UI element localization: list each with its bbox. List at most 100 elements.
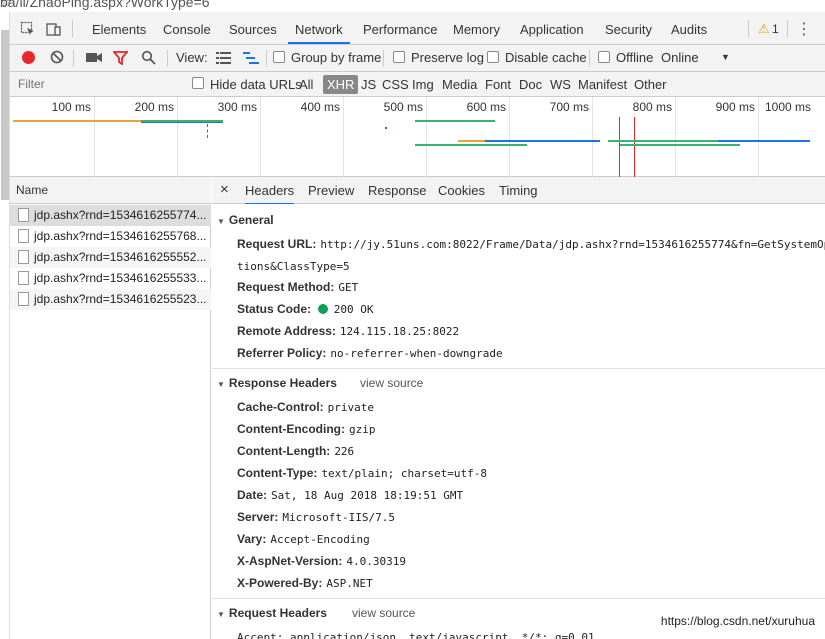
tick-label: 600 ms [466,100,506,114]
group-by-frame-label: Group by frame [291,50,382,65]
type-filter-js[interactable]: JS [361,77,376,92]
preserve-log-checkbox[interactable] [393,51,405,63]
tick-label: 400 ms [300,100,340,114]
status-code-row: Status Code: 200 OK [237,302,374,316]
bookmark-star-icon[interactable]: ☆ [0,0,797,11]
type-filter-ws[interactable]: WS [550,77,571,92]
chevron-down-icon[interactable]: ▼ [721,52,730,62]
request-name: jdp.ashx?rnd=1534616255768... [34,229,207,243]
tab-headers[interactable]: Headers [245,183,295,205]
request-headers-section-header[interactable]: ▼ Request Headers [217,606,327,620]
tab-cookies[interactable]: Cookies [438,183,485,198]
type-filter-font[interactable]: Font [485,77,511,92]
request-row[interactable]: jdp.ashx?rnd=1534616255533... [10,268,211,289]
name-column-header[interactable]: Name [10,177,211,204]
type-filter-manifest[interactable]: Manifest [578,77,627,92]
view-source-link[interactable]: view source [352,606,415,620]
request-row-selected[interactable]: jdp.ashx?rnd=1534616255774... [10,205,211,226]
type-filter-media[interactable]: Media [442,77,477,92]
tab-elements[interactable]: Elements [85,12,153,44]
disable-cache-label: Disable cache [505,50,587,65]
tick-label: 200 ms [134,100,174,114]
disable-cache-checkbox[interactable] [487,51,499,63]
search-icon[interactable] [141,50,156,65]
request-name: jdp.ashx?rnd=1534616255523... [34,292,207,306]
remote-address-row: Remote Address: 124.115.18.25:8022 [237,324,460,338]
tab-timing[interactable]: Timing [499,183,538,198]
devtools-menu-icon[interactable]: ⋮ [796,19,812,39]
file-icon [18,292,29,306]
throttling-select[interactable]: Online [661,50,699,65]
header-row: Server: Microsoft-IIS/7.5 [237,510,395,524]
record-icon[interactable] [22,51,35,64]
view-source-link[interactable]: view source [360,376,423,390]
file-icon [18,250,29,264]
warning-count[interactable]: 1 [772,22,779,36]
network-overview-timeline[interactable]: 100 ms 200 ms 300 ms 400 ms 500 ms 600 m… [10,97,825,177]
request-name: jdp.ashx?rnd=1534616255552... [34,250,207,264]
file-icon [18,208,29,222]
filter-input[interactable] [12,74,178,94]
request-row[interactable]: jdp.ashx?rnd=1534616255768... [10,226,211,247]
preserve-log-label: Preserve log [411,50,484,65]
tab-response[interactable]: Response [368,183,427,198]
tab-security[interactable]: Security [598,12,659,44]
tick-label: 500 ms [383,100,423,114]
tab-memory[interactable]: Memory [446,12,507,44]
tick-label: 1000 ms [765,100,812,114]
headers-panel: ▼ General Request URL: http://jy.51uns.com… [212,204,825,639]
tab-performance[interactable]: Performance [356,12,444,44]
response-headers-section-header[interactable]: ▼ Response Headers [217,376,337,390]
overview-waterfall-icon[interactable] [243,52,259,64]
type-filter-img[interactable]: Img [412,77,434,92]
header-row: Date: Sat, 18 Aug 2018 18:19:51 GMT [237,488,464,502]
page-scrollbar-thumb[interactable] [1,30,9,200]
inspect-element-icon[interactable] [20,21,36,37]
offline-checkbox[interactable] [598,51,610,63]
large-rows-icon[interactable] [216,52,231,64]
header-row-partial: Accept: application/json, text/javascrip… [237,631,595,639]
filter-bar: Hide data URLs All XHR JS CSS Img Media … [10,72,825,97]
file-icon [18,271,29,285]
type-filter-other[interactable]: Other [634,77,667,92]
request-row[interactable]: jdp.ashx?rnd=1534616255523... [10,289,211,310]
tab-console[interactable]: Console [156,12,218,44]
tab-preview[interactable]: Preview [308,183,354,198]
timeline-bar [141,122,223,123]
close-icon[interactable]: × [220,181,229,198]
referrer-policy-row: Referrer Policy: no-referrer-when-downgra… [237,346,503,360]
timeline-marker [207,124,208,138]
type-filter-css[interactable]: CSS [382,77,409,92]
warning-icon[interactable]: ⚠ [758,21,770,37]
request-url-row-wrap: tions&ClassType=5 [237,260,350,273]
hide-data-urls-checkbox[interactable] [192,77,204,89]
filter-icon[interactable] [113,51,128,65]
group-by-frame-checkbox[interactable] [273,51,285,63]
timeline-bar [458,140,485,142]
type-filter-xhr[interactable]: XHR [323,75,359,94]
type-filter-all[interactable]: All [299,77,313,92]
expand-triangle-icon: ▼ [217,217,225,226]
general-section-header[interactable]: ▼ General [217,213,274,227]
expand-triangle-icon: ▼ [217,380,225,389]
timeline-bar [485,140,600,142]
load-event-line [634,117,635,177]
request-row[interactable]: jdp.ashx?rnd=1534616255552... [10,247,211,268]
tick-label: 800 ms [632,100,672,114]
file-icon [18,229,29,243]
tab-sources[interactable]: Sources [222,12,284,44]
timeline-bar [608,140,718,142]
tab-audits[interactable]: Audits [664,12,714,44]
request-name: jdp.ashx?rnd=1534616255533... [34,271,207,285]
header-row: X-AspNet-Version: 4.0.30319 [237,554,406,568]
clear-icon[interactable] [50,50,64,64]
dom-content-loaded-line [619,117,620,177]
header-row: X-Powered-By: ASP.NET [237,576,373,590]
device-toolbar-icon[interactable] [46,21,62,37]
tab-network[interactable]: Network [288,12,350,44]
type-filter-doc[interactable]: Doc [519,77,542,92]
requests-list: Name jdp.ashx?rnd=1534616255774... jdp.a… [10,177,211,639]
screenshot-video-icon[interactable] [86,52,102,63]
tab-application[interactable]: Application [513,12,591,44]
address-bar-fragment: ba/ll/ZhaoPing.aspx?WorkType=6 ☆ [0,0,825,12]
